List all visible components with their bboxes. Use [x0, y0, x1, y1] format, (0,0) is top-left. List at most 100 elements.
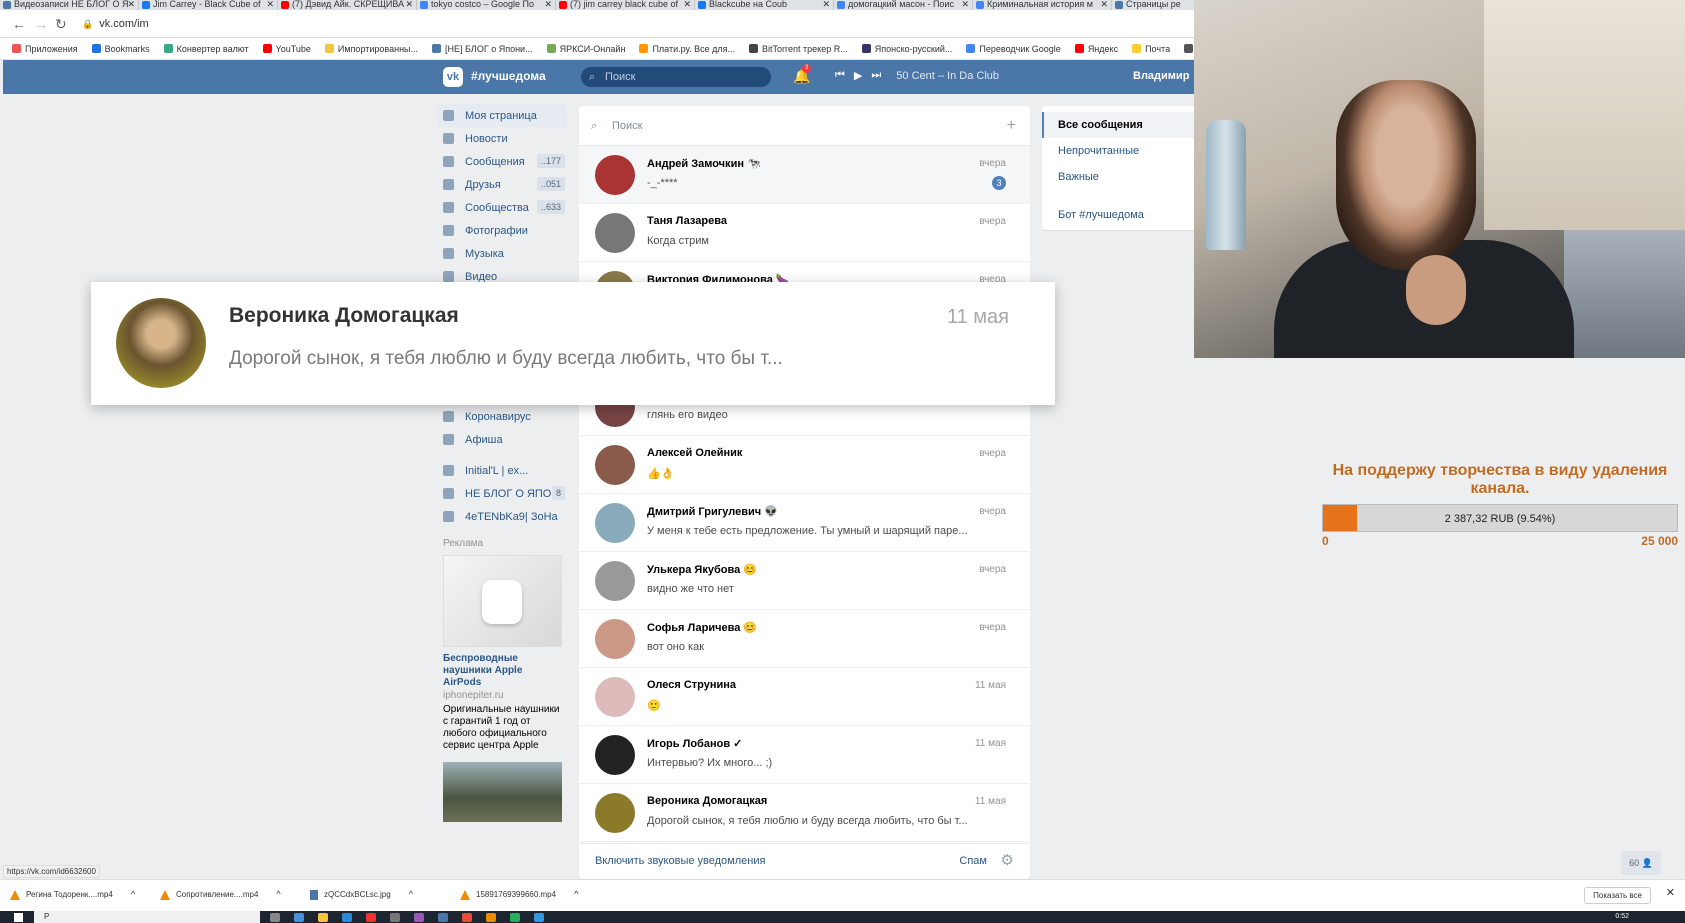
gear-icon[interactable]: ⚙: [1001, 851, 1014, 869]
url-field[interactable]: 🔒 vk.com/im: [82, 16, 149, 33]
close-icon[interactable]: ✕: [683, 0, 691, 9]
filter-item[interactable]: Важные: [1042, 164, 1194, 190]
menu-item[interactable]: Сообщения ..177: [437, 150, 567, 173]
dialog-row[interactable]: Таня Лазарева вчера Когда стрим: [579, 204, 1030, 262]
menu-item[interactable]: Моя страница: [437, 104, 567, 127]
download-item[interactable]: 15891769399660.mp4 ^: [460, 889, 578, 900]
bookmark-item[interactable]: Японско-русский...: [861, 44, 952, 54]
bookmark-item[interactable]: Яндекс: [1074, 44, 1118, 54]
browser-tab[interactable]: Страницы ре✕: [1112, 0, 1194, 10]
bookmark-item[interactable]: ЯРКСИ-Онлайн: [546, 44, 625, 54]
sound-toggle-link[interactable]: Включить звуковые уведомления: [595, 855, 765, 867]
message-notification[interactable]: Вероника Домогацкая 11 мая Дорогой сынок…: [91, 282, 1055, 405]
filter-item[interactable]: Все сообщения: [1042, 112, 1194, 138]
browser-tab[interactable]: Blackcube на Coub ✕: [695, 0, 834, 10]
browser-tab[interactable]: Видеозаписи НЕ БЛОГ О Я ✕: [0, 0, 139, 10]
spam-link[interactable]: Спам: [959, 855, 987, 867]
bookmark-item[interactable]: イザヤ・ベンダサン - W...: [1184, 42, 1194, 55]
close-icon[interactable]: ✕: [266, 0, 274, 9]
bookmark-item[interactable]: Импортированны...: [324, 44, 418, 54]
download-item[interactable]: Регина Тодоренк....mp4 ^: [10, 889, 135, 900]
browser-tab[interactable]: (7) Дэвид Айк. СКРЕЩИВА ✕: [278, 0, 417, 10]
dialog-row[interactable]: Андрей Замочкин 🐄 вчера -_-**** 3: [579, 146, 1030, 204]
menu-item[interactable]: Сообщества ..633: [437, 196, 567, 219]
dialog-row[interactable]: Олеся Струнина 11 мая 🙂: [579, 668, 1030, 726]
browser-tab[interactable]: домогацкий масон - Поис ✕: [834, 0, 973, 10]
close-icon[interactable]: ✕: [1666, 886, 1675, 899]
app-icon[interactable]: [390, 913, 400, 922]
menu-item[interactable]: Новости: [437, 127, 567, 150]
app-icon[interactable]: [510, 913, 520, 922]
app-icon[interactable]: [534, 913, 544, 922]
menu-item[interactable]: Афиша: [437, 428, 567, 451]
menu-item[interactable]: НЕ БЛОГ О ЯПО... 8: [437, 482, 567, 505]
bookmark-item[interactable]: [НЕ] БЛОГ о Япони...: [432, 44, 533, 54]
app-icon[interactable]: [414, 913, 424, 922]
app-icon[interactable]: [294, 913, 304, 922]
dialog-search-input[interactable]: ⌕ Поиск +: [579, 106, 1030, 146]
prev-track-icon[interactable]: ⏮: [835, 69, 845, 82]
close-icon[interactable]: ✕: [405, 0, 413, 9]
browser-tab[interactable]: Jim Carrey - Black Cube of ✕: [139, 0, 278, 10]
bookmark-item[interactable]: Bookmarks: [91, 44, 150, 54]
show-all-button[interactable]: Показать все: [1584, 887, 1651, 904]
chevron-up-icon[interactable]: ^: [409, 889, 413, 899]
bookmark-item[interactable]: Приложения: [12, 44, 78, 54]
back-icon[interactable]: ←: [12, 16, 26, 32]
app-icon[interactable]: [366, 913, 376, 922]
bookmark-item[interactable]: Почта: [1132, 44, 1170, 54]
browser-tab[interactable]: (7) jim carrey black cube of ✕: [556, 0, 695, 10]
menu-item[interactable]: Музыка: [437, 242, 567, 265]
next-track-icon[interactable]: ⏭: [871, 69, 881, 82]
bookmark-item[interactable]: Плати.ру. Все для...: [639, 44, 735, 54]
ad-image[interactable]: [443, 762, 562, 822]
menu-item[interactable]: Друзья ..051: [437, 173, 567, 196]
forward-icon[interactable]: →: [34, 16, 48, 32]
friends-online-button[interactable]: 60 👤: [1621, 851, 1661, 875]
browser-tab[interactable]: Криминальная история м ✕: [973, 0, 1112, 10]
dialog-row[interactable]: Алексей Олейник вчера 👍👌: [579, 436, 1030, 494]
filter-item[interactable]: Непрочитанные: [1042, 138, 1194, 164]
browser-tab[interactable]: tokyo costco – Google По ✕: [417, 0, 556, 10]
taskbar-search[interactable]: Р: [34, 911, 260, 923]
folder-icon[interactable]: [318, 913, 328, 922]
chevron-up-icon[interactable]: ^: [131, 889, 135, 899]
windows-start-icon[interactable]: [14, 913, 23, 922]
bookmark-item[interactable]: BitTorrent трекер R...: [749, 44, 848, 54]
dialog-row[interactable]: Дмитрий Григулевич 👽 вчера У меня к тебе е…: [579, 494, 1030, 552]
ad-domain[interactable]: iphonepiter.ru: [443, 690, 567, 701]
vk-logo[interactable]: vk: [443, 67, 463, 87]
vk-search-input[interactable]: ⌕ Поиск: [581, 67, 771, 87]
task-view-icon[interactable]: [270, 913, 280, 922]
chevron-up-icon[interactable]: ^: [574, 889, 578, 899]
bookmark-item[interactable]: Переводчик Google: [966, 44, 1061, 54]
bookmark-item[interactable]: YouTube: [262, 44, 311, 54]
track-title[interactable]: 50 Cent – In Da Club: [896, 70, 999, 82]
dialog-row[interactable]: Софья Ларичева 😊 вчера вот оно как: [579, 610, 1030, 668]
menu-item[interactable]: Фотографии: [437, 219, 567, 242]
play-icon[interactable]: ▶: [854, 69, 862, 82]
ad-title[interactable]: Беспроводные наушники Apple AirPods: [443, 653, 563, 689]
bell-icon[interactable]: 🔔 3: [793, 64, 811, 85]
app-icon[interactable]: [438, 913, 448, 922]
user-menu[interactable]: Владимир: [1133, 70, 1189, 82]
filter-item[interactable]: Бот #лучшедома: [1042, 202, 1194, 228]
bookmark-item[interactable]: Конвертер валют: [163, 44, 249, 54]
app-icon[interactable]: [342, 913, 352, 922]
download-item[interactable]: zQCCdxBCLsc.jpg ^: [310, 889, 413, 900]
chrome-icon[interactable]: [486, 913, 496, 922]
menu-item[interactable]: Initial'L | ex...: [437, 459, 567, 482]
dialog-row[interactable]: Игорь Лобанов ✓ 11 мая Интервью? Их много.…: [579, 726, 1030, 784]
dialog-row[interactable]: Улькера Якубова 😊 вчера видно же что нет: [579, 552, 1030, 610]
new-chat-icon[interactable]: +: [1007, 106, 1016, 146]
close-icon[interactable]: ✕: [544, 0, 552, 9]
download-item[interactable]: Сопротивление....mp4 ^: [160, 889, 281, 900]
close-icon[interactable]: ✕: [822, 0, 830, 9]
close-icon[interactable]: ✕: [1100, 0, 1108, 9]
app-icon[interactable]: [462, 913, 472, 922]
menu-item[interactable]: 4eTENbKa9| ЗоНа: [437, 505, 567, 528]
dialog-row[interactable]: Вероника Домогацкая 11 мая Дорогой сынок, …: [579, 784, 1030, 842]
ad-image[interactable]: [443, 555, 562, 647]
close-icon[interactable]: ✕: [961, 0, 969, 9]
menu-item[interactable]: Коронавирус: [437, 405, 567, 428]
